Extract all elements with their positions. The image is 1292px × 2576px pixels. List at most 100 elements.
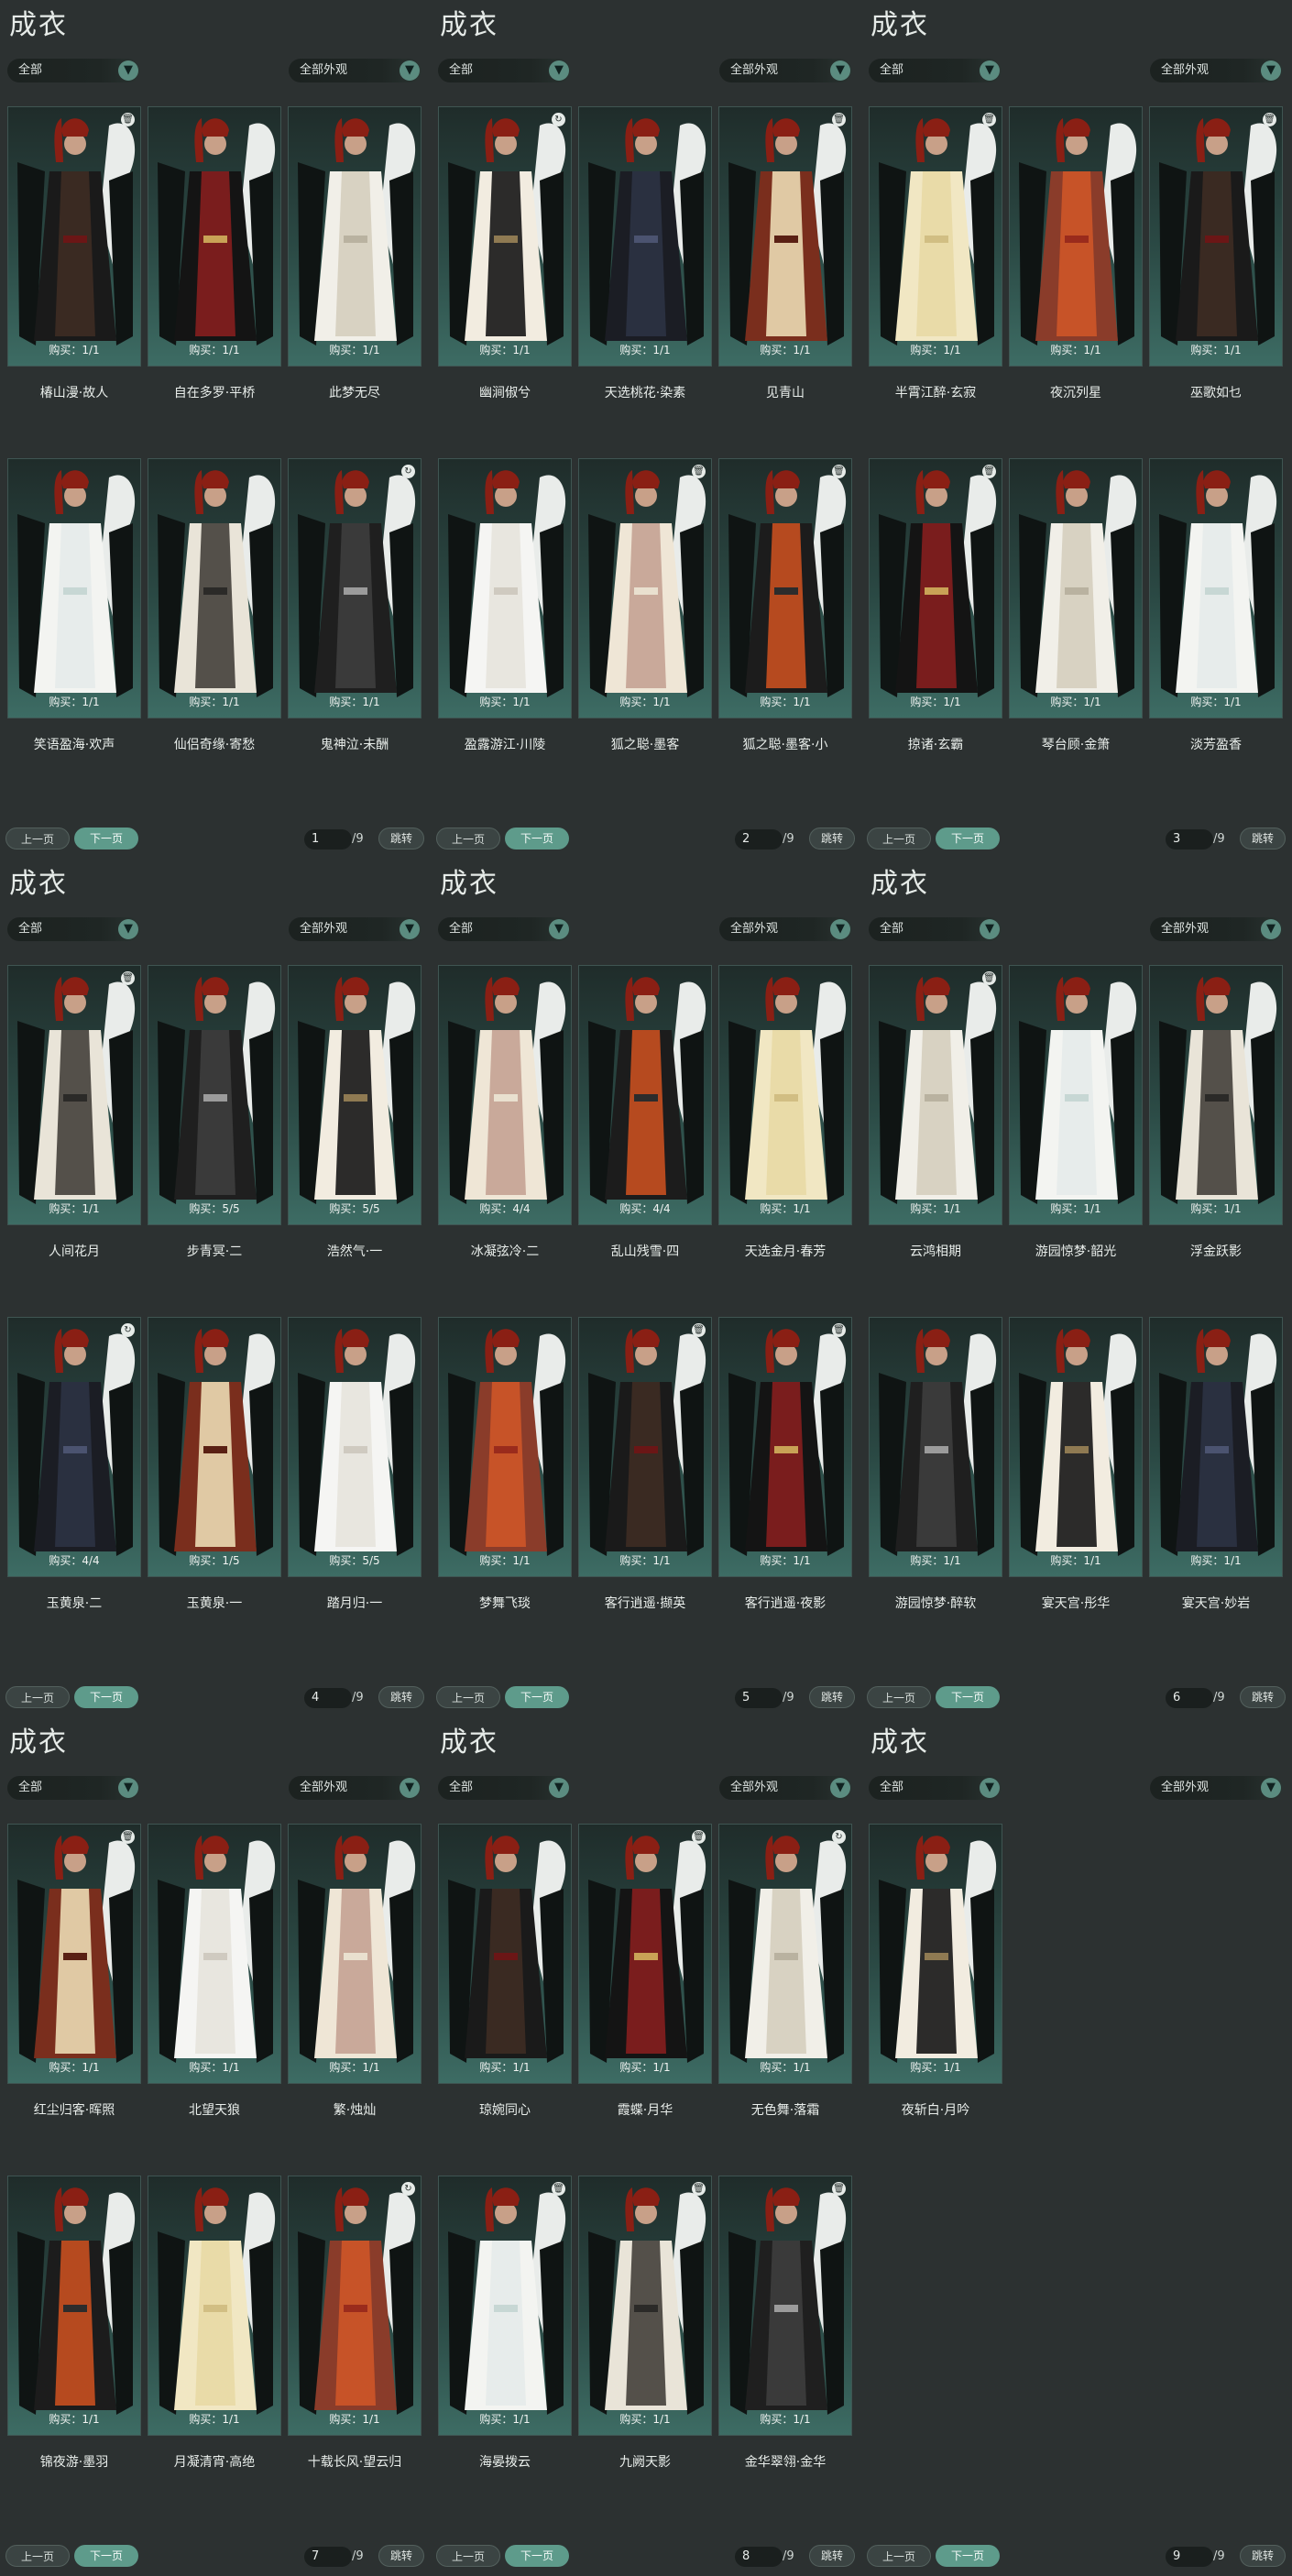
appearance-filter[interactable]: 全部外观 ▼ (289, 1776, 422, 1800)
outfit-card[interactable]: 购买：4/4 (438, 965, 572, 1225)
next-page-button[interactable]: 下一页 (505, 1686, 569, 1708)
outfit-card[interactable]: 购买：1/1 (438, 1317, 572, 1577)
trash-icon[interactable]: 🗑 (692, 1830, 706, 1844)
category-filter[interactable]: 全部 ▼ (869, 1776, 1002, 1800)
category-filter[interactable]: 全部 ▼ (7, 1776, 140, 1800)
appearance-filter[interactable]: 全部外观 ▼ (289, 917, 422, 941)
page-number-input[interactable]: 7 (304, 2547, 352, 2567)
outfit-card[interactable]: 🗑 购买：1/1 (438, 2176, 572, 2436)
outfit-card[interactable]: 购买：4/4 (578, 965, 712, 1225)
prev-page-button[interactable]: 上一页 (867, 1686, 931, 1708)
prev-page-button[interactable]: 上一页 (867, 2545, 931, 2567)
outfit-card[interactable]: 购买：1/1 (288, 1824, 422, 2084)
category-filter[interactable]: 全部 ▼ (438, 1776, 571, 1800)
page-number-input[interactable]: 4 (304, 1688, 352, 1708)
prev-page-button[interactable]: 上一页 (5, 1686, 70, 1708)
chevron-down-icon[interactable]: ▼ (400, 919, 420, 939)
outfit-card[interactable]: 购买：1/1 (288, 106, 422, 367)
chevron-down-icon[interactable]: ▼ (118, 1778, 138, 1798)
outfit-card[interactable]: 🗑 购买：1/1 (1149, 106, 1283, 367)
outfit-card[interactable]: 购买：1/1 (7, 458, 141, 718)
outfit-card[interactable]: ↻ 购买：1/1 (438, 106, 572, 367)
prev-page-button[interactable]: 上一页 (436, 1686, 500, 1708)
outfit-card[interactable]: 🗑 购买：1/1 (869, 106, 1002, 367)
next-page-button[interactable]: 下一页 (505, 828, 569, 850)
prev-page-button[interactable]: 上一页 (436, 828, 500, 850)
refresh-icon[interactable]: ↻ (401, 465, 415, 478)
outfit-card[interactable]: 购买：1/1 (1149, 458, 1283, 718)
outfit-card[interactable]: 购买：1/1 (1009, 458, 1143, 718)
category-filter[interactable]: 全部 ▼ (869, 59, 1002, 82)
trash-icon[interactable]: 🗑 (832, 2182, 846, 2196)
trash-icon[interactable]: 🗑 (832, 465, 846, 478)
outfit-card[interactable]: 🗑 购买：1/1 (578, 1824, 712, 2084)
chevron-down-icon[interactable]: ▼ (1261, 1778, 1281, 1798)
outfit-card[interactable]: 🗑 购买：1/1 (718, 458, 852, 718)
outfit-card[interactable]: 🗑 购买：1/1 (578, 1317, 712, 1577)
appearance-filter[interactable]: 全部外观 ▼ (1150, 1776, 1283, 1800)
next-page-button[interactable]: 下一页 (74, 2545, 138, 2567)
jump-button[interactable]: 跳转 (809, 1686, 855, 1708)
chevron-down-icon[interactable]: ▼ (118, 60, 138, 81)
chevron-down-icon[interactable]: ▼ (549, 919, 569, 939)
outfit-card[interactable]: 购买：5/5 (288, 1317, 422, 1577)
next-page-button[interactable]: 下一页 (936, 1686, 1000, 1708)
category-filter[interactable]: 全部 ▼ (7, 917, 140, 941)
page-number-input[interactable]: 2 (735, 829, 783, 850)
outfit-card[interactable]: 购买：5/5 (148, 965, 281, 1225)
chevron-down-icon[interactable]: ▼ (980, 1778, 1000, 1798)
outfit-card[interactable]: 🗑 购买：1/1 (7, 1824, 141, 2084)
outfit-card[interactable]: 购买：1/1 (148, 1824, 281, 2084)
trash-icon[interactable]: 🗑 (692, 465, 706, 478)
jump-button[interactable]: 跳转 (1240, 2545, 1286, 2567)
outfit-card[interactable]: 购买：1/1 (148, 106, 281, 367)
outfit-card[interactable]: 购买：5/5 (288, 965, 422, 1225)
page-number-input[interactable]: 9 (1166, 2547, 1213, 2567)
appearance-filter[interactable]: 全部外观 ▼ (289, 59, 422, 82)
refresh-icon[interactable]: ↻ (401, 2182, 415, 2196)
chevron-down-icon[interactable]: ▼ (830, 919, 850, 939)
outfit-card[interactable]: 购买：1/1 (438, 458, 572, 718)
category-filter[interactable]: 全部 ▼ (869, 917, 1002, 941)
next-page-button[interactable]: 下一页 (505, 2545, 569, 2567)
jump-button[interactable]: 跳转 (378, 1686, 424, 1708)
chevron-down-icon[interactable]: ▼ (830, 1778, 850, 1798)
outfit-card[interactable]: 购买：1/5 (148, 1317, 281, 1577)
trash-icon[interactable]: 🗑 (832, 113, 846, 126)
jump-button[interactable]: 跳转 (378, 828, 424, 850)
category-filter[interactable]: 全部 ▼ (7, 59, 140, 82)
trash-icon[interactable]: 🗑 (832, 1323, 846, 1337)
outfit-card[interactable]: 购买：1/1 (1009, 1317, 1143, 1577)
refresh-icon[interactable]: ↻ (121, 1323, 135, 1337)
trash-icon[interactable]: 🗑 (121, 1830, 135, 1844)
next-page-button[interactable]: 下一页 (936, 828, 1000, 850)
outfit-card[interactable]: 🗑 购买：1/1 (578, 458, 712, 718)
jump-button[interactable]: 跳转 (809, 828, 855, 850)
outfit-card[interactable]: ↻ 购买：4/4 (7, 1317, 141, 1577)
outfit-card[interactable]: ↻ 购买：1/1 (288, 458, 422, 718)
outfit-card[interactable]: 购买：1/1 (1149, 1317, 1283, 1577)
trash-icon[interactable]: 🗑 (1263, 113, 1276, 126)
appearance-filter[interactable]: 全部外观 ▼ (719, 59, 852, 82)
chevron-down-icon[interactable]: ▼ (1261, 919, 1281, 939)
appearance-filter[interactable]: 全部外观 ▼ (719, 1776, 852, 1800)
category-filter[interactable]: 全部 ▼ (438, 917, 571, 941)
outfit-card[interactable]: 购买：1/1 (148, 458, 281, 718)
trash-icon[interactable]: 🗑 (692, 2182, 706, 2196)
appearance-filter[interactable]: 全部外观 ▼ (719, 917, 852, 941)
outfit-card[interactable]: 购买：1/1 (7, 2176, 141, 2436)
outfit-card[interactable]: 🗑 购买：1/1 (7, 965, 141, 1225)
outfit-card[interactable]: 购买：1/1 (438, 1824, 572, 2084)
chevron-down-icon[interactable]: ▼ (400, 60, 420, 81)
outfit-card[interactable]: 🗑 购买：1/1 (718, 1317, 852, 1577)
next-page-button[interactable]: 下一页 (74, 828, 138, 850)
jump-button[interactable]: 跳转 (378, 2545, 424, 2567)
outfit-card[interactable]: 购买：1/1 (1009, 106, 1143, 367)
outfit-card[interactable]: 购买：1/1 (718, 965, 852, 1225)
appearance-filter[interactable]: 全部外观 ▼ (1150, 59, 1283, 82)
outfit-card[interactable]: 🗑 购买：1/1 (7, 106, 141, 367)
chevron-down-icon[interactable]: ▼ (400, 1778, 420, 1798)
next-page-button[interactable]: 下一页 (936, 2545, 1000, 2567)
chevron-down-icon[interactable]: ▼ (118, 919, 138, 939)
outfit-card[interactable]: ↻ 购买：1/1 (718, 1824, 852, 2084)
